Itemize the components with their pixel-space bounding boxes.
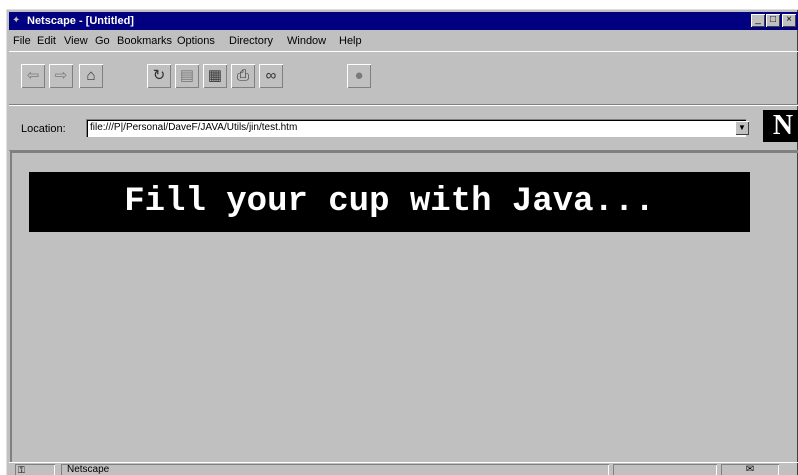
- menu-file[interactable]: File: [13, 34, 31, 48]
- back-arrow-icon: ⇦: [26, 67, 40, 84]
- page-content: Fill your cup with Java...: [10, 151, 798, 462]
- progress-indicator: [613, 464, 717, 475]
- menu-window[interactable]: Window: [287, 34, 326, 48]
- print-button[interactable]: ⎙: [231, 64, 255, 88]
- location-bar: Location: file:///P|/Personal/DaveF/JAVA…: [9, 105, 798, 151]
- location-dropdown-button[interactable]: ▼: [735, 121, 749, 135]
- forward-button[interactable]: ⇨: [49, 64, 73, 88]
- title-bar[interactable]: ✦ Netscape - [Untitled] _ □ ×: [9, 12, 798, 30]
- browser-window: ✦ Netscape - [Untitled] _ □ × File Edit …: [6, 9, 798, 475]
- location-label: Location:: [21, 123, 66, 135]
- back-button[interactable]: ⇦: [21, 64, 45, 88]
- menu-go[interactable]: Go: [95, 34, 110, 48]
- mail-icon[interactable]: ✉: [721, 464, 779, 475]
- menu-options[interactable]: Options: [177, 34, 215, 48]
- images-icon: ▤: [179, 67, 195, 84]
- menu-bookmarks[interactable]: Bookmarks: [117, 34, 172, 48]
- minimize-button[interactable]: _: [751, 14, 765, 27]
- reload-icon: ↻: [152, 67, 166, 84]
- toolbar: ⇦ ⇨ ⌂ ↻ ▤ ▦ ⎙ ∞ ●: [9, 51, 798, 105]
- window-title: Netscape - [Untitled]: [27, 15, 134, 27]
- status-bar: ⚿ Netscape ✉: [9, 462, 798, 475]
- close-button[interactable]: ×: [782, 14, 796, 27]
- menu-directory[interactable]: Directory: [229, 34, 273, 48]
- stop-button[interactable]: ●: [347, 64, 371, 88]
- open-icon: ▦: [207, 67, 223, 84]
- print-icon: ⎙: [236, 67, 249, 84]
- chevron-down-icon: ▼: [738, 123, 746, 132]
- reload-button[interactable]: ↻: [147, 64, 171, 88]
- security-key-icon: ⚿: [15, 464, 55, 475]
- java-applet-banner[interactable]: Fill your cup with Java...: [29, 172, 750, 232]
- menu-bar: File Edit View Go Bookmarks Options Dire…: [9, 31, 798, 50]
- maximize-button[interactable]: □: [766, 14, 780, 27]
- menu-view[interactable]: View: [64, 34, 88, 48]
- forward-arrow-icon: ⇨: [54, 67, 68, 84]
- menu-help[interactable]: Help: [339, 34, 362, 48]
- location-input[interactable]: file:///P|/Personal/DaveF/JAVA/Utils/jin…: [86, 119, 746, 137]
- open-button[interactable]: ▦: [203, 64, 227, 88]
- status-text: Netscape: [61, 464, 609, 475]
- find-button[interactable]: ∞: [259, 64, 283, 88]
- images-button[interactable]: ▤: [175, 64, 199, 88]
- stop-icon: ●: [354, 67, 364, 84]
- netscape-logo: N: [763, 110, 798, 142]
- home-icon: ⌂: [86, 67, 96, 84]
- home-button[interactable]: ⌂: [79, 64, 103, 88]
- find-binoculars-icon: ∞: [265, 67, 277, 84]
- netscape-app-icon: ✦: [12, 15, 21, 26]
- menu-edit[interactable]: Edit: [37, 34, 56, 48]
